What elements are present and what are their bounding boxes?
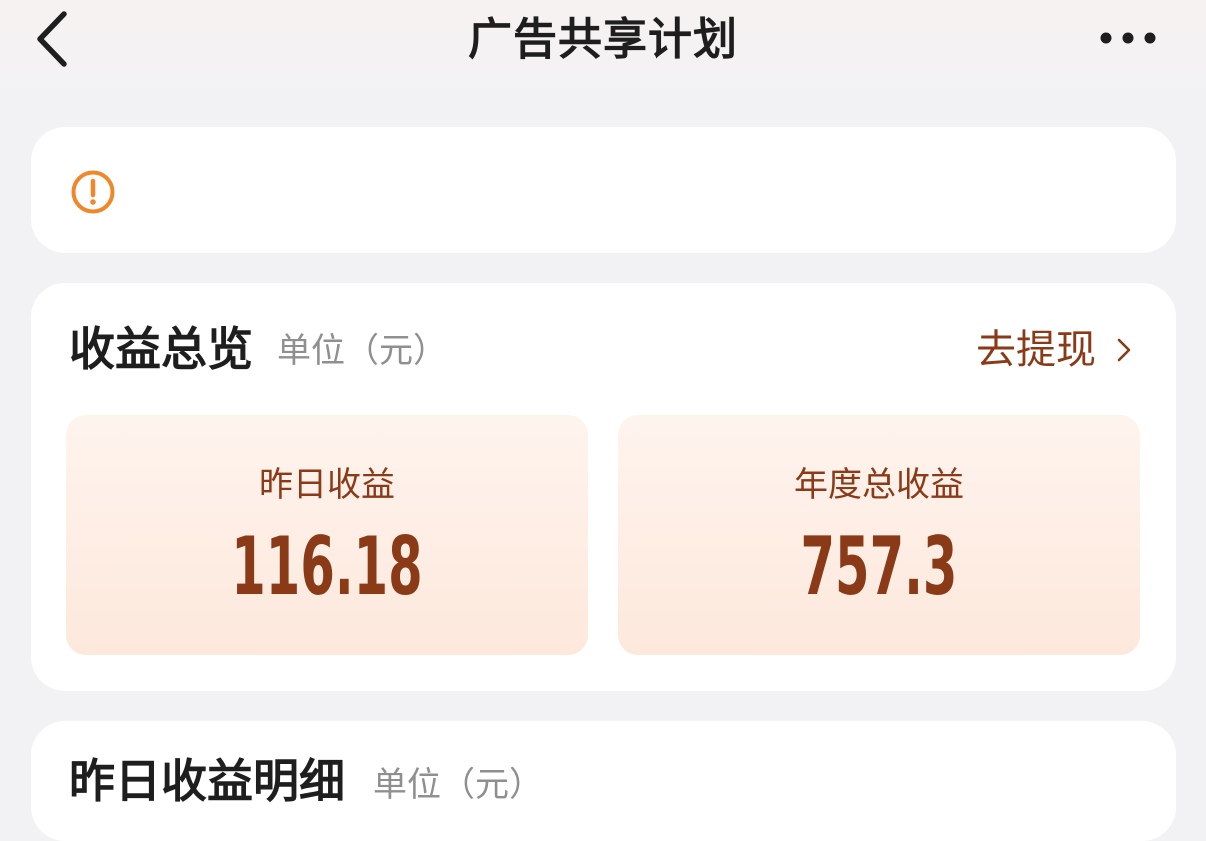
- top-navigation-bar: 广告共享计划: [0, 0, 1206, 100]
- withdraw-link[interactable]: 去提现: [976, 321, 1132, 379]
- chevron-left-icon: [37, 11, 67, 67]
- yesterday-earnings-label: 昨日收益: [259, 465, 395, 505]
- unit-label: 单位（元）: [373, 765, 543, 805]
- yesterday-earnings-box[interactable]: 昨日收益 116.18: [66, 415, 588, 655]
- withdraw-label: 去提现: [976, 327, 1096, 373]
- yesterday-earnings-value: 116.18: [231, 520, 423, 613]
- back-button[interactable]: [28, 8, 84, 72]
- more-horizontal-icon: [1100, 32, 1156, 44]
- warning-circle-icon: [71, 170, 115, 214]
- page-title: 广告共享计划: [468, 14, 738, 65]
- section-title: 收益总览: [69, 322, 253, 376]
- yearly-earnings-value: 757.3: [800, 520, 958, 613]
- unit-label: 单位（元）: [277, 331, 447, 371]
- notice-banner: [31, 127, 1176, 253]
- section-title: 昨日收益明细: [69, 754, 345, 808]
- more-options-button[interactable]: [1090, 14, 1174, 62]
- yesterday-detail-card: 昨日收益明细 单位（元）: [31, 721, 1176, 841]
- yearly-earnings-box[interactable]: 年度总收益 757.3: [618, 415, 1140, 655]
- chevron-right-icon: [1117, 338, 1131, 362]
- yearly-earnings-label: 年度总收益: [794, 465, 964, 505]
- earnings-overview-card: 收益总览 单位（元） 去提现 昨日收益 116.18 年度总收益 757.3: [31, 283, 1176, 691]
